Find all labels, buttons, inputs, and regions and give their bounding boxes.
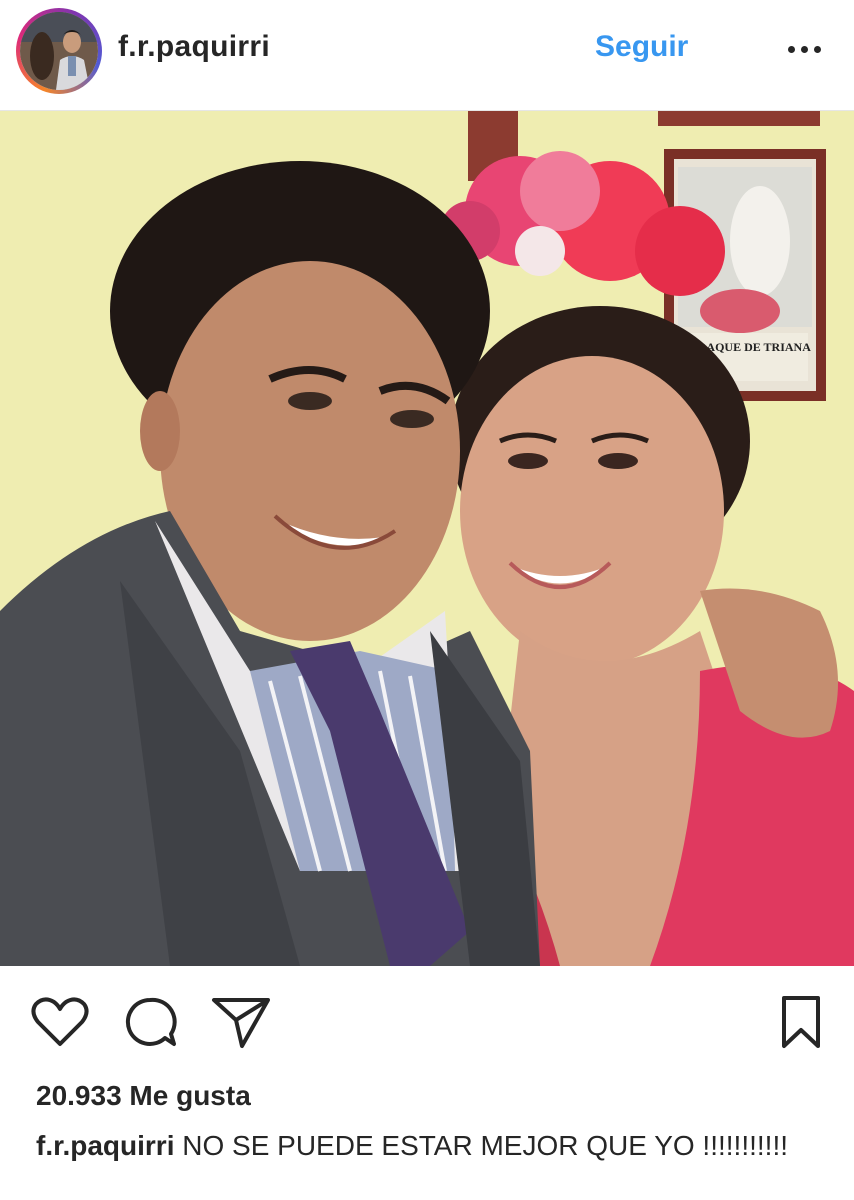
- action-bar: [0, 966, 854, 1076]
- post-photo[interactable]: ERRAQUE DE TRIANA: [0, 111, 854, 966]
- like-count[interactable]: 20.933 Me gusta: [36, 1080, 251, 1112]
- avatar-image: [20, 12, 98, 90]
- heart-icon[interactable]: [30, 994, 90, 1050]
- comment-bubble-icon[interactable]: [122, 994, 178, 1050]
- instagram-post: f.r.paquirri Seguir ERRAQUE DE TRIANA 20…: [0, 0, 854, 1200]
- post-image: ERRAQUE DE TRIANA: [0, 111, 854, 966]
- caption-username[interactable]: f.r.paquirri: [36, 1130, 174, 1161]
- avatar[interactable]: [20, 12, 98, 90]
- caption-text: NO SE PUEDE ESTAR MEJOR QUE YO !!!!!!!!!…: [182, 1130, 788, 1161]
- dot: [788, 46, 795, 53]
- avatar-story-ring[interactable]: [16, 8, 102, 94]
- dot: [801, 46, 808, 53]
- dot: [814, 46, 821, 53]
- post-header: f.r.paquirri Seguir: [0, 0, 854, 111]
- bookmark-icon[interactable]: [778, 994, 824, 1050]
- username-link[interactable]: f.r.paquirri: [118, 30, 270, 64]
- paper-plane-icon[interactable]: [210, 992, 272, 1050]
- follow-button[interactable]: Seguir: [595, 30, 688, 64]
- caption: f.r.paquirri NO SE PUEDE ESTAR MEJOR QUE…: [36, 1127, 796, 1165]
- more-options-icon[interactable]: [780, 28, 828, 68]
